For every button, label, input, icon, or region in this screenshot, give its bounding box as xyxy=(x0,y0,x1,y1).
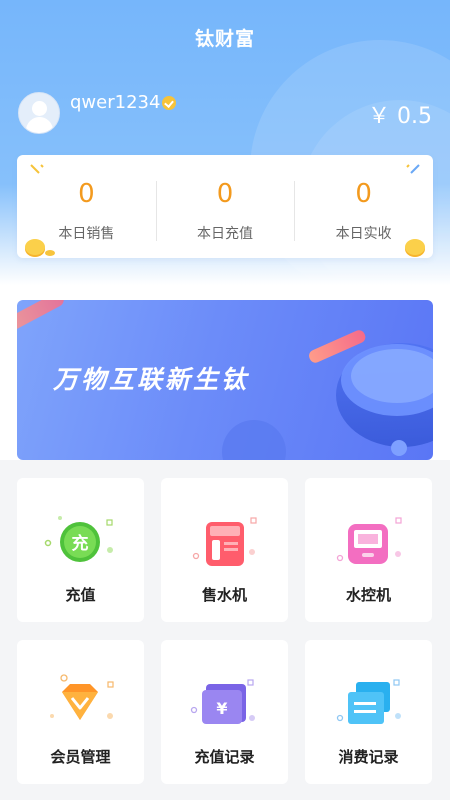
menu-water-control-machine[interactable]: 水控机 xyxy=(305,478,432,622)
member-diamond-icon xyxy=(50,674,114,720)
stat-daily-received: 0 本日实收 xyxy=(294,155,433,258)
stat-label: 本日实收 xyxy=(335,226,392,242)
stat-value: 0 xyxy=(216,179,234,209)
consumption-record-icon xyxy=(336,679,401,724)
page-title: 钛财富 xyxy=(194,28,255,50)
banner-slogan: 万物互联新生钛 xyxy=(53,365,250,394)
stat-label: 本日销售 xyxy=(58,226,115,242)
menu-label: 售水机 xyxy=(201,586,247,604)
menu-consumption-record[interactable]: 消费记录 xyxy=(305,640,432,784)
recharge-icon-text: 充 xyxy=(72,533,89,554)
stat-daily-recharge: 0 本日充值 xyxy=(155,155,295,258)
function-grid: 充 充值 售水机 水控机 会员管理 ¥ 充值记录 消费记录 xyxy=(17,478,433,784)
menu-label: 消费记录 xyxy=(338,748,399,766)
stat-value: 0 xyxy=(355,179,372,209)
menu-water-vending-machine[interactable]: 售水机 xyxy=(161,478,288,622)
menu-recharge-record[interactable]: ¥ 充值记录 xyxy=(161,640,288,784)
menu-member-management[interactable]: 会员管理 xyxy=(17,640,144,784)
recharge-icon: 充 xyxy=(44,516,113,562)
menu-label: 会员管理 xyxy=(50,748,111,766)
stats-card: 0 本日销售 0 本日充值 0 本日实收 xyxy=(17,155,433,258)
water-vending-machine-icon xyxy=(192,517,257,566)
vip-badge-icon xyxy=(162,95,177,110)
promo-banner[interactable]: 万物互联新生钛 xyxy=(17,300,433,460)
menu-label: 充值 xyxy=(65,586,96,604)
username: qwer1234 xyxy=(70,92,161,113)
menu-recharge[interactable]: 充 充值 xyxy=(17,478,144,622)
recharge-record-icon-text: ¥ xyxy=(216,699,227,718)
menu-label: 水控机 xyxy=(345,586,391,604)
balance: ￥ 0.5 xyxy=(368,104,432,129)
stat-label: 本日充值 xyxy=(197,226,253,242)
water-control-machine-icon xyxy=(336,517,402,564)
stat-daily-sales: 0 本日销售 xyxy=(17,155,156,258)
user-info[interactable]: qwer1234 xyxy=(70,92,177,113)
menu-label: 充值记录 xyxy=(194,748,255,766)
stat-value: 0 xyxy=(78,179,95,209)
avatar[interactable] xyxy=(18,92,60,134)
recharge-record-icon: ¥ xyxy=(190,679,255,724)
